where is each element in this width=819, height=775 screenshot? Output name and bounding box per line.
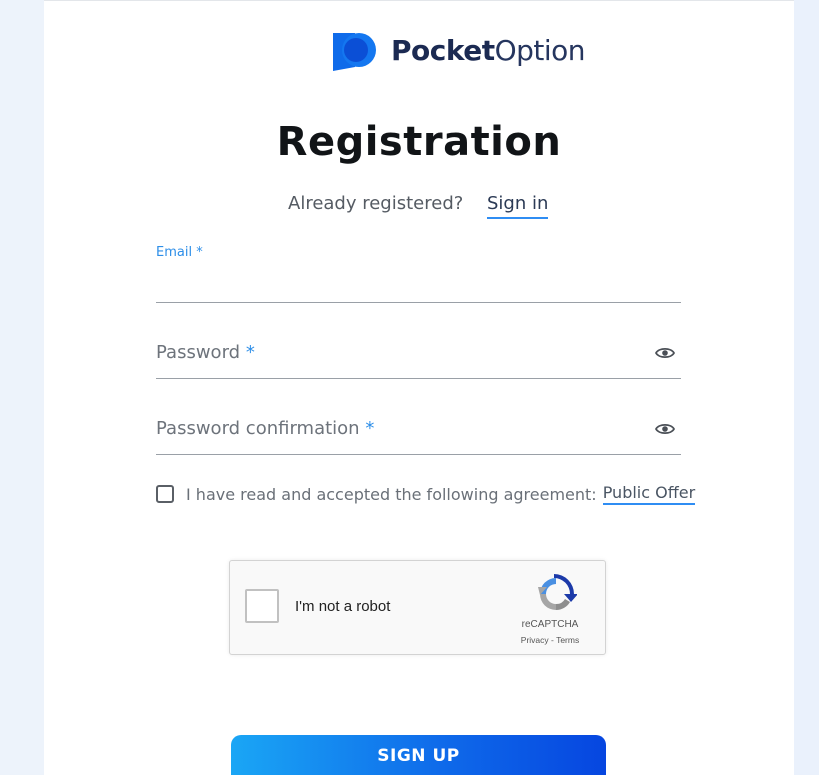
brand-name: PocketOption <box>391 34 586 67</box>
recaptcha-checkbox[interactable] <box>245 589 279 623</box>
email-label: Email * <box>156 245 203 260</box>
password-confirmation-required-mark: * <box>365 418 375 439</box>
password-field[interactable]: Password * <box>156 336 681 379</box>
brand-name-light: Option <box>494 34 586 67</box>
password-confirmation-placeholder: Password confirmation * <box>156 418 374 439</box>
eye-icon[interactable] <box>655 346 675 360</box>
sign-up-button[interactable]: SIGN UP <box>231 735 606 775</box>
password-confirmation-field[interactable]: Password confirmation * <box>156 412 681 455</box>
recaptcha-widget: I'm not a robot reCAPTCHA Privacy - Term… <box>229 560 606 655</box>
public-offer-link[interactable]: Public Offer <box>602 483 696 505</box>
password-confirmation-placeholder-text: Password confirmation <box>156 418 360 439</box>
sign-in-link[interactable]: Sign in <box>487 193 549 219</box>
email-input[interactable] <box>156 269 681 299</box>
agreement-checkbox[interactable] <box>156 485 174 503</box>
page-title: Registration <box>276 119 562 165</box>
agreement-row: I have read and accepted the following a… <box>156 482 696 506</box>
registration-card: PocketOption Registration Already regist… <box>44 0 794 775</box>
recaptcha-brand: reCAPTCHA <box>521 619 579 630</box>
page-background <box>794 0 819 775</box>
password-placeholder-text: Password <box>156 342 241 363</box>
recaptcha-logo-icon <box>538 574 577 611</box>
email-field[interactable]: Email * <box>156 245 681 303</box>
brand-name-bold: Pocket <box>391 34 495 67</box>
eye-icon[interactable] <box>655 422 675 436</box>
brand-logo[interactable]: PocketOption <box>331 31 586 71</box>
agreement-text: I have read and accepted the following a… <box>186 484 597 504</box>
recaptcha-privacy-terms[interactable]: Privacy - Terms <box>508 635 592 645</box>
already-registered-text: Already registered? <box>288 193 464 214</box>
password-placeholder: Password * <box>156 342 255 363</box>
recaptcha-label: I'm not a robot <box>295 598 391 615</box>
password-required-mark: * <box>245 342 255 363</box>
pocketoption-logo-icon <box>333 33 376 71</box>
